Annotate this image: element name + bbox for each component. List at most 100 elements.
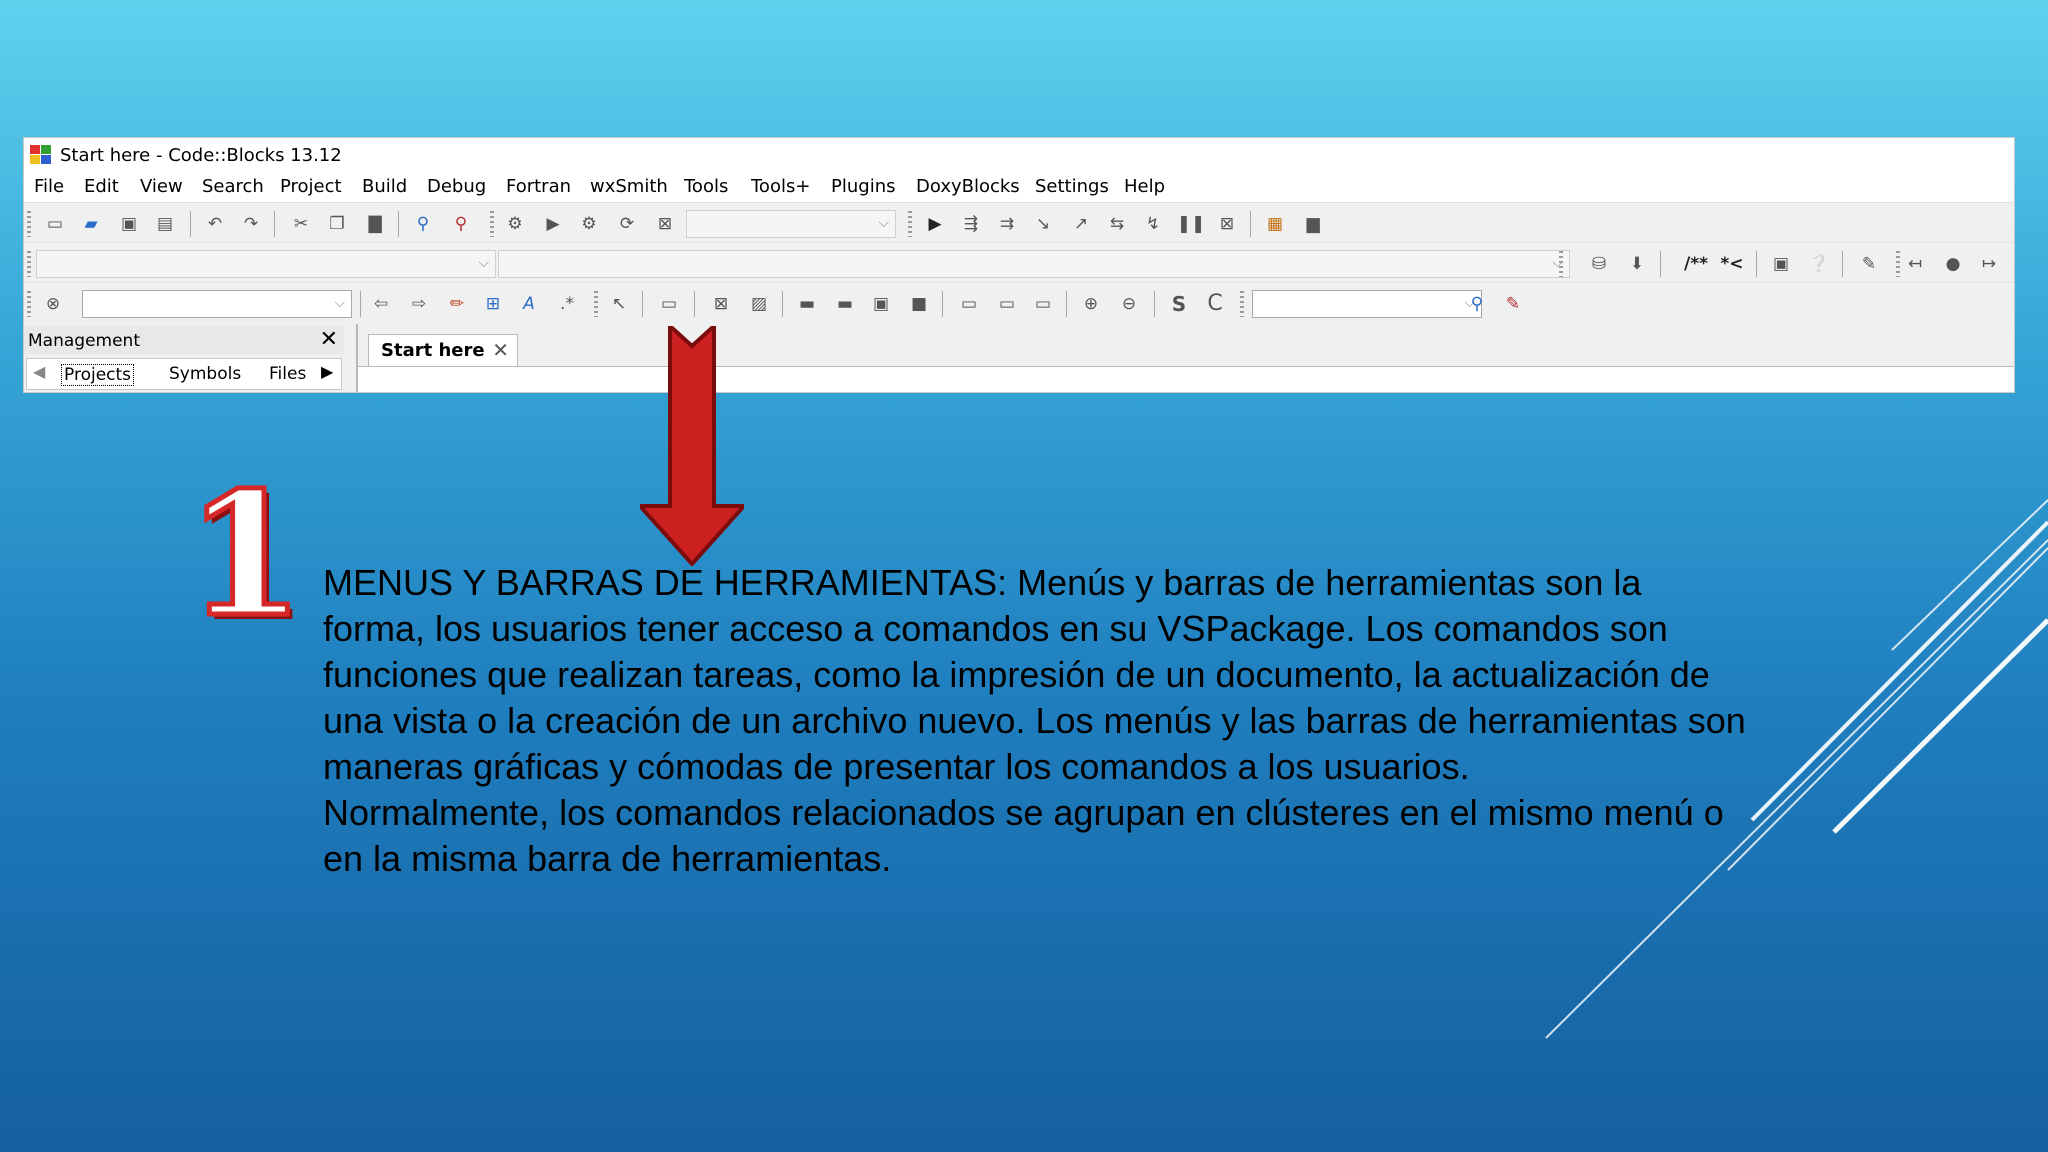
menu-help[interactable]: Help [1124,176,1165,197]
build-gear-icon[interactable]: ⚙ [504,213,526,235]
toolbar-grip[interactable] [490,211,494,237]
toolbar-grip[interactable] [27,291,31,317]
save-icon[interactable]: ▣ [118,213,140,235]
undo-icon[interactable]: ↶ [204,213,226,235]
tab-symbols[interactable]: Symbols [169,364,241,384]
cut-icon[interactable]: ✂ [290,213,312,235]
search-combo[interactable]: ⌵ [82,290,352,318]
border-1-icon[interactable]: ▭ [958,293,980,315]
toolbar-grip[interactable] [1559,251,1563,277]
menu-plugins[interactable]: Plugins [831,176,895,197]
toolbar-grip[interactable] [1240,291,1244,317]
jump-forward-icon[interactable]: ↦ [1978,253,2000,275]
search-settings-icon[interactable]: ✎ [1502,293,1524,315]
debug-windows-icon[interactable]: ▦ [1264,213,1286,235]
toolbar-grip[interactable] [27,251,31,277]
editor-tab-close-icon[interactable]: ✕ [492,338,509,362]
menu-file[interactable]: File [34,176,64,197]
extract-docs-icon[interactable]: ⬇ [1626,253,1648,275]
clear-icon[interactable]: ⊗ [42,293,64,315]
function-select[interactable]: ⌵ [498,250,1570,278]
copy-style-button[interactable]: C [1204,293,1226,315]
line-comment-button[interactable]: *< [1716,253,1748,275]
new-file-icon[interactable]: ▭ [44,213,66,235]
menu-build[interactable]: Build [362,176,407,197]
step-out-icon[interactable]: ↗ [1070,213,1092,235]
run-icon[interactable]: ▶ [542,213,564,235]
run-to-cursor-icon[interactable]: ⇶ [960,213,982,235]
dialog-widget-icon[interactable]: ⊠ [710,293,732,315]
open-file-icon[interactable]: ▰ [80,213,102,235]
selected-text-icon[interactable]: ⊞ [482,293,504,315]
tab-scroll-left-icon[interactable]: ◀ [33,362,45,381]
menu-search[interactable]: Search [202,176,264,197]
layout-4-icon[interactable]: ■ [908,293,930,315]
replace-icon[interactable]: ⚲ [450,213,472,235]
menu-fortran[interactable]: Fortran [506,176,571,197]
border-2-icon[interactable]: ▭ [996,293,1018,315]
build-target-select[interactable]: ⌵ [686,210,896,238]
pause-icon[interactable]: ❚❚ [1177,213,1206,235]
doxywizard-icon[interactable]: ⛁ [1588,253,1610,275]
menu-view[interactable]: View [140,176,183,197]
menu-edit[interactable]: Edit [84,176,119,197]
editor-content[interactable] [358,366,2014,392]
copy-icon[interactable]: ❐ [326,213,348,235]
match-case-icon[interactable]: A [518,293,540,315]
toolbar-grip[interactable] [1896,251,1900,277]
chm-docs-icon[interactable]: ❔ [1808,253,1830,275]
layout-3-icon[interactable]: ▣ [870,293,892,315]
toolbar-grip[interactable] [27,211,31,237]
scope-select[interactable]: ⌵ [36,250,496,278]
rebuild-icon[interactable]: ⟳ [616,213,638,235]
editor-tab-start-here[interactable]: Start here ✕ [368,334,518,366]
jump-back-icon[interactable]: ↤ [1904,253,1926,275]
next-instruction-icon[interactable]: ⇆ [1106,213,1128,235]
frame-widget-icon[interactable]: ▭ [658,293,680,315]
find-icon[interactable]: ⚲ [412,213,434,235]
back-arrow-icon[interactable]: ⇦ [370,293,392,315]
management-close-button[interactable]: ✕ [320,327,338,352]
menu-wxsmith[interactable]: wxSmith [590,176,668,197]
symbol-search-combo[interactable]: ⌵ [1252,290,1482,318]
layout-2-icon[interactable]: ▬ [834,293,856,315]
html-docs-icon[interactable]: ▣ [1770,253,1792,275]
forward-arrow-icon[interactable]: ⇨ [408,293,430,315]
panel-widget-icon[interactable]: ▨ [748,293,770,315]
symbol-search-icon[interactable]: ⚲ [1466,293,1488,315]
highlight-icon[interactable]: ✏ [446,293,468,315]
menu-debug[interactable]: Debug [427,176,486,197]
toolbar-grip[interactable] [908,211,912,237]
zoom-in-icon[interactable]: ⊕ [1080,293,1102,315]
doxy-config-wrench-icon[interactable]: ✎ [1858,253,1880,275]
paste-icon[interactable]: ▇ [364,213,386,235]
stop-debug-icon[interactable]: ⊠ [1216,213,1238,235]
regex-icon[interactable]: .* [556,293,578,315]
debug-info-icon[interactable]: ▆ [1302,213,1324,235]
step-into-icon[interactable]: ↘ [1032,213,1054,235]
layout-1-icon[interactable]: ▬ [796,293,818,315]
save-all-icon[interactable]: ▤ [154,213,176,235]
menu-tools-plus[interactable]: Tools+ [751,176,810,197]
tab-files[interactable]: Files [269,364,306,384]
zoom-out-icon[interactable]: ⊖ [1118,293,1140,315]
toolbar-separator [782,291,783,317]
build-and-run-icon[interactable]: ⚙ [578,213,600,235]
toolbar-grip[interactable] [594,291,598,317]
comment-block-button[interactable]: /** [1680,253,1712,275]
pointer-icon[interactable]: ↖ [608,293,630,315]
jump-clear-icon[interactable]: ● [1942,253,1964,275]
debug-start-icon[interactable]: ▶ [924,213,946,235]
strike-button[interactable]: S [1168,293,1190,315]
abort-icon[interactable]: ⊠ [654,213,676,235]
tab-scroll-right-icon[interactable]: ▶ [321,362,333,381]
redo-icon[interactable]: ↷ [240,213,262,235]
menu-doxyblocks[interactable]: DoxyBlocks [916,176,1020,197]
menu-settings[interactable]: Settings [1035,176,1109,197]
border-3-icon[interactable]: ▭ [1032,293,1054,315]
next-line-icon[interactable]: ⇉ [996,213,1018,235]
step-instruction-icon[interactable]: ↯ [1142,213,1164,235]
menu-tools[interactable]: Tools [684,176,728,197]
menu-project[interactable]: Project [280,176,342,197]
tab-projects[interactable]: Projects [61,364,135,386]
